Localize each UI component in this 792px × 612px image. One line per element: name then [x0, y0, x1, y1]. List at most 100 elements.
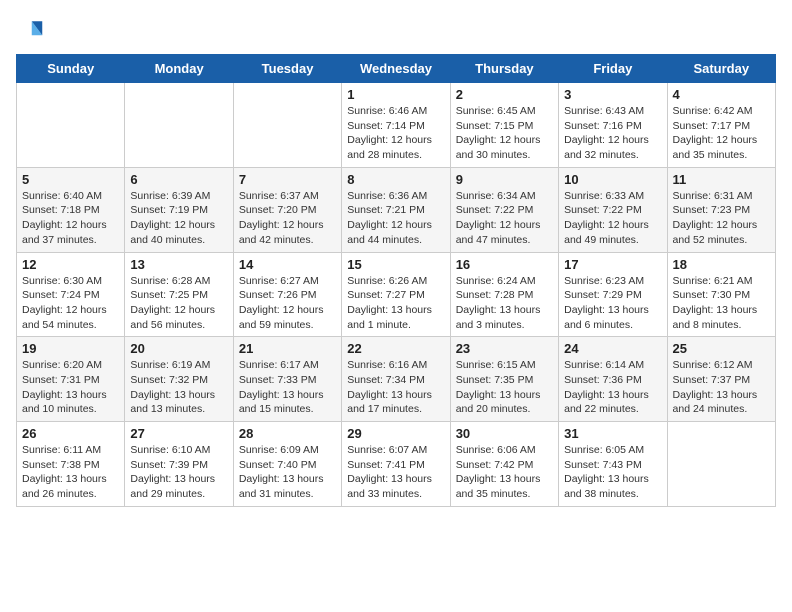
calendar-header: SundayMondayTuesdayWednesdayThursdayFrid…: [17, 55, 776, 83]
calendar-cell: 21Sunrise: 6:17 AM Sunset: 7:33 PM Dayli…: [233, 337, 341, 422]
day-number: 22: [347, 341, 444, 356]
logo-icon: [16, 16, 44, 44]
day-number: 26: [22, 426, 119, 441]
day-number: 9: [456, 172, 553, 187]
day-number: 25: [673, 341, 770, 356]
calendar-cell: 26 Sunrise: 6:11 AM Sunset: 7:38 PM Dayli…: [17, 422, 125, 507]
day-info: Sunrise: 6:24 AM Sunset: 7:28 PM Dayligh…: [456, 274, 553, 333]
week-row-5: 26 Sunrise: 6:11 AM Sunset: 7:38 PM Dayli…: [17, 422, 776, 507]
day-info: Sunrise: 6:40 AM Sunset: 7:18 PM Dayligh…: [22, 189, 119, 248]
day-info: Sunrise: 6:10 AM Sunset: 7:39 PM Dayligh…: [130, 443, 227, 502]
day-info: Sunrise: 6:06 AM Sunset: 7:42 PM Dayligh…: [456, 443, 553, 502]
calendar-cell: 10Sunrise: 6:33 AM Sunset: 7:22 PM Dayli…: [559, 167, 667, 252]
day-info: Sunrise: 6:15 AM Sunset: 7:35 PM Dayligh…: [456, 358, 553, 417]
header-day-sunday: Sunday: [17, 55, 125, 83]
calendar-cell: 25Sunrise: 6:12 AM Sunset: 7:37 PM Dayli…: [667, 337, 775, 422]
day-number: 24: [564, 341, 661, 356]
calendar-cell: 2 Sunrise: 6:45 AM Sunset: 7:15 PM Daylig…: [450, 83, 558, 168]
day-info: Sunrise: 6:42 AM Sunset: 7:17 PM Dayligh…: [673, 104, 770, 163]
day-info: Sunrise: 6:27 AM Sunset: 7:26 PM Dayligh…: [239, 274, 336, 333]
day-info: Sunrise: 6:20 AM Sunset: 7:31 PM Dayligh…: [22, 358, 119, 417]
day-number: 23: [456, 341, 553, 356]
calendar-cell: [233, 83, 341, 168]
day-info: Sunrise: 6:19 AM Sunset: 7:32 PM Dayligh…: [130, 358, 227, 417]
day-number: 31: [564, 426, 661, 441]
day-number: 17: [564, 257, 661, 272]
day-info: Sunrise: 6:28 AM Sunset: 7:25 PM Dayligh…: [130, 274, 227, 333]
day-info: Sunrise: 6:45 AM Sunset: 7:15 PM Dayligh…: [456, 104, 553, 163]
day-number: 1: [347, 87, 444, 102]
day-number: 30: [456, 426, 553, 441]
day-number: 14: [239, 257, 336, 272]
week-row-1: 1 Sunrise: 6:46 AM Sunset: 7:14 PM Daylig…: [17, 83, 776, 168]
calendar-cell: 1 Sunrise: 6:46 AM Sunset: 7:14 PM Daylig…: [342, 83, 450, 168]
calendar-cell: 12Sunrise: 6:30 AM Sunset: 7:24 PM Dayli…: [17, 252, 125, 337]
calendar-cell: 4 Sunrise: 6:42 AM Sunset: 7:17 PM Daylig…: [667, 83, 775, 168]
day-number: 3: [564, 87, 661, 102]
calendar-cell: 6 Sunrise: 6:39 AM Sunset: 7:19 PM Daylig…: [125, 167, 233, 252]
day-number: 11: [673, 172, 770, 187]
calendar-body: 1 Sunrise: 6:46 AM Sunset: 7:14 PM Daylig…: [17, 83, 776, 507]
day-info: Sunrise: 6:14 AM Sunset: 7:36 PM Dayligh…: [564, 358, 661, 417]
day-number: 15: [347, 257, 444, 272]
header-day-saturday: Saturday: [667, 55, 775, 83]
day-number: 13: [130, 257, 227, 272]
day-number: 27: [130, 426, 227, 441]
week-row-4: 19 Sunrise: 6:20 AM Sunset: 7:31 PM Dayli…: [17, 337, 776, 422]
logo: [16, 16, 48, 44]
calendar-table: SundayMondayTuesdayWednesdayThursdayFrid…: [16, 54, 776, 507]
header-day-wednesday: Wednesday: [342, 55, 450, 83]
day-number: 8: [347, 172, 444, 187]
week-row-2: 5 Sunrise: 6:40 AM Sunset: 7:18 PM Daylig…: [17, 167, 776, 252]
header-day-friday: Friday: [559, 55, 667, 83]
calendar-cell: 23 Sunrise: 6:15 AM Sunset: 7:35 PM Dayli…: [450, 337, 558, 422]
calendar-cell: 16 Sunrise: 6:24 AM Sunset: 7:28 PM Dayli…: [450, 252, 558, 337]
header-row: SundayMondayTuesdayWednesdayThursdayFrid…: [17, 55, 776, 83]
calendar-cell: 8 Sunrise: 6:36 AM Sunset: 7:21 PM Daylig…: [342, 167, 450, 252]
day-info: Sunrise: 6:16 AM Sunset: 7:34 PM Dayligh…: [347, 358, 444, 417]
day-info: Sunrise: 6:07 AM Sunset: 7:41 PM Dayligh…: [347, 443, 444, 502]
header-day-monday: Monday: [125, 55, 233, 83]
day-info: Sunrise: 6:31 AM Sunset: 7:23 PM Dayligh…: [673, 189, 770, 248]
calendar-cell: 18Sunrise: 6:21 AM Sunset: 7:30 PM Dayli…: [667, 252, 775, 337]
day-info: Sunrise: 6:43 AM Sunset: 7:16 PM Dayligh…: [564, 104, 661, 163]
day-number: 7: [239, 172, 336, 187]
calendar-cell: 7Sunrise: 6:37 AM Sunset: 7:20 PM Daylig…: [233, 167, 341, 252]
day-number: 20: [130, 341, 227, 356]
day-info: Sunrise: 6:36 AM Sunset: 7:21 PM Dayligh…: [347, 189, 444, 248]
calendar-cell: 22 Sunrise: 6:16 AM Sunset: 7:34 PM Dayli…: [342, 337, 450, 422]
day-info: Sunrise: 6:39 AM Sunset: 7:19 PM Dayligh…: [130, 189, 227, 248]
day-info: Sunrise: 6:21 AM Sunset: 7:30 PM Dayligh…: [673, 274, 770, 333]
day-info: Sunrise: 6:34 AM Sunset: 7:22 PM Dayligh…: [456, 189, 553, 248]
day-number: 5: [22, 172, 119, 187]
calendar-cell: 13 Sunrise: 6:28 AM Sunset: 7:25 PM Dayli…: [125, 252, 233, 337]
week-row-3: 12Sunrise: 6:30 AM Sunset: 7:24 PM Dayli…: [17, 252, 776, 337]
day-info: Sunrise: 6:09 AM Sunset: 7:40 PM Dayligh…: [239, 443, 336, 502]
header-day-tuesday: Tuesday: [233, 55, 341, 83]
calendar-cell: 19 Sunrise: 6:20 AM Sunset: 7:31 PM Dayli…: [17, 337, 125, 422]
calendar-cell: 17Sunrise: 6:23 AM Sunset: 7:29 PM Dayli…: [559, 252, 667, 337]
calendar-cell: 5 Sunrise: 6:40 AM Sunset: 7:18 PM Daylig…: [17, 167, 125, 252]
calendar-cell: 28 Sunrise: 6:09 AM Sunset: 7:40 PM Dayli…: [233, 422, 341, 507]
day-info: Sunrise: 6:11 AM Sunset: 7:38 PM Dayligh…: [22, 443, 119, 502]
day-number: 29: [347, 426, 444, 441]
calendar-cell: 31Sunrise: 6:05 AM Sunset: 7:43 PM Dayli…: [559, 422, 667, 507]
calendar-cell: 27 Sunrise: 6:10 AM Sunset: 7:39 PM Dayli…: [125, 422, 233, 507]
day-info: Sunrise: 6:33 AM Sunset: 7:22 PM Dayligh…: [564, 189, 661, 248]
day-number: 28: [239, 426, 336, 441]
day-number: 16: [456, 257, 553, 272]
day-info: Sunrise: 6:46 AM Sunset: 7:14 PM Dayligh…: [347, 104, 444, 163]
day-number: 4: [673, 87, 770, 102]
calendar-cell: 15Sunrise: 6:26 AM Sunset: 7:27 PM Dayli…: [342, 252, 450, 337]
day-number: 2: [456, 87, 553, 102]
day-number: 6: [130, 172, 227, 187]
day-info: Sunrise: 6:17 AM Sunset: 7:33 PM Dayligh…: [239, 358, 336, 417]
page-header: [16, 16, 776, 44]
header-day-thursday: Thursday: [450, 55, 558, 83]
day-number: 19: [22, 341, 119, 356]
calendar-cell: 3 Sunrise: 6:43 AM Sunset: 7:16 PM Daylig…: [559, 83, 667, 168]
day-number: 12: [22, 257, 119, 272]
calendar-cell: [17, 83, 125, 168]
calendar-cell: 20 Sunrise: 6:19 AM Sunset: 7:32 PM Dayli…: [125, 337, 233, 422]
calendar-cell: 24 Sunrise: 6:14 AM Sunset: 7:36 PM Dayli…: [559, 337, 667, 422]
